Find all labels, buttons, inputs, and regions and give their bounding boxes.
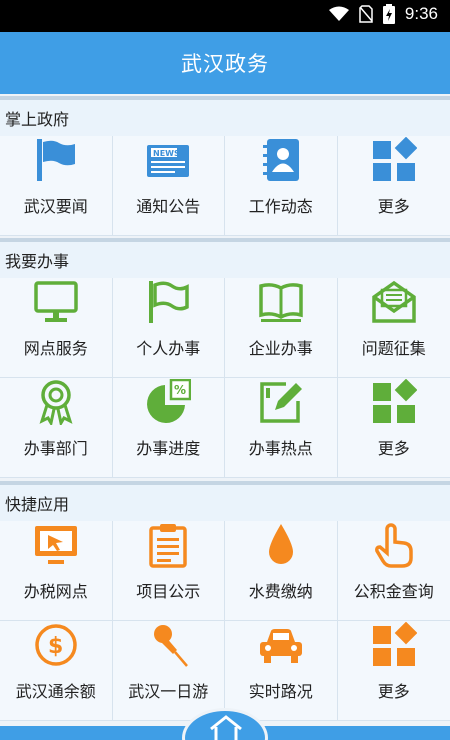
- pin-icon: [154, 625, 189, 667]
- edit-icon: [260, 382, 302, 423]
- menu-item[interactable]: 实时路况: [225, 621, 338, 721]
- menu-item[interactable]: 公积金查询: [337, 521, 450, 621]
- hand-pointer-icon: [374, 523, 413, 568]
- menu-item[interactable]: 问题征集: [337, 278, 450, 378]
- battery-icon: [382, 4, 395, 24]
- car-icon: [259, 629, 302, 663]
- water-drop-icon: [268, 524, 293, 564]
- menu-item-label: 企业办事: [248, 339, 313, 358]
- wifi-icon: [328, 6, 349, 21]
- menu-item-label: 办事进度: [136, 439, 201, 458]
- menu-item-label: 武汉一日游: [128, 682, 209, 701]
- menu-item[interactable]: 企业办事: [225, 278, 338, 378]
- menu-item-label: 办事热点: [248, 439, 313, 458]
- pie-percent-icon: %: [147, 379, 192, 423]
- svg-text:%: %: [174, 383, 186, 397]
- clipboard-icon: [149, 524, 187, 568]
- coin-icon: $: [35, 624, 77, 666]
- menu-item[interactable]: 个人办事: [112, 278, 225, 378]
- award-icon: [39, 380, 73, 425]
- menu-item-label: 实时路况: [248, 682, 313, 701]
- section-header-affairs: 我要办事: [0, 238, 450, 278]
- more-button[interactable]: 更多: [337, 136, 450, 236]
- contacts-icon: [262, 139, 299, 181]
- more-button[interactable]: 更多: [337, 378, 450, 478]
- more-grid-icon: [372, 622, 417, 666]
- menu-item-label: 更多: [377, 197, 410, 216]
- menu-item-label: 水费缴纳: [248, 582, 313, 601]
- menu-item[interactable]: 武汉要闻: [0, 136, 113, 236]
- more-grid-icon: [372, 137, 417, 181]
- menu-item-label: 公积金查询: [353, 582, 434, 601]
- grid-quick: 办税网点 项目公示 水费缴纳 公积金查询 $ 武汉通余额 武汉一日游 实时路况 …: [0, 521, 450, 721]
- mail-icon: [372, 280, 416, 323]
- menu-item-label: 更多: [377, 439, 410, 458]
- menu-item[interactable]: 武汉一日游: [112, 621, 225, 721]
- menu-item-label: 武汉通余额: [15, 682, 96, 701]
- menu-item-label: 办事部门: [23, 439, 88, 458]
- more-button[interactable]: 更多: [337, 621, 450, 721]
- menu-item-label: 个人办事: [136, 339, 201, 358]
- grid-gov: 武汉要闻 NEWS 通知公告 工作动态 更多: [0, 136, 450, 236]
- status-bar: 9:36: [0, 0, 450, 32]
- menu-item[interactable]: 办事部门: [0, 378, 113, 478]
- grid-affairs: 网点服务 个人办事 企业办事 问题征集 办事部门 % 办事进度 办事热点 更多: [0, 278, 450, 478]
- menu-item[interactable]: 办税网点: [0, 521, 113, 621]
- more-grid-icon: [372, 379, 417, 423]
- menu-item[interactable]: % 办事进度: [112, 378, 225, 478]
- menu-item-label: 办税网点: [23, 582, 88, 601]
- status-time: 9:36: [404, 4, 438, 23]
- flag-icon: [36, 139, 75, 181]
- flag-outline-icon: [149, 281, 189, 323]
- book-icon: [259, 283, 303, 322]
- menu-item[interactable]: $ 武汉通余额: [0, 621, 113, 721]
- title-bar: 武汉政务: [0, 32, 450, 94]
- no-sim-icon: [359, 5, 373, 23]
- menu-item[interactable]: NEWS 通知公告: [112, 136, 225, 236]
- menu-item[interactable]: 工作动态: [225, 136, 338, 236]
- menu-item[interactable]: 网点服务: [0, 278, 113, 378]
- menu-item[interactable]: 项目公示: [112, 521, 225, 621]
- menu-item-label: 通知公告: [136, 197, 201, 216]
- news-icon: NEWS: [147, 145, 190, 177]
- menu-item-label: 网点服务: [23, 339, 88, 358]
- home-icon: [210, 715, 242, 740]
- screen-cursor-icon: [34, 526, 77, 564]
- monitor-icon: [34, 281, 78, 322]
- section-header-quick: 快捷应用: [0, 481, 450, 521]
- app-title: 武汉政务: [181, 52, 269, 76]
- menu-item-label: 武汉要闻: [23, 197, 88, 216]
- menu-item-label: 工作动态: [248, 197, 313, 216]
- section-header-gov: 掌上政府: [0, 96, 450, 136]
- svg-text:NEWS: NEWS: [153, 149, 180, 158]
- menu-item-label: 更多: [377, 682, 410, 701]
- svg-text:$: $: [48, 634, 63, 659]
- menu-item[interactable]: 办事热点: [225, 378, 338, 478]
- menu-item[interactable]: 水费缴纳: [225, 521, 338, 621]
- menu-item-label: 项目公示: [136, 582, 201, 601]
- menu-item-label: 问题征集: [361, 339, 426, 358]
